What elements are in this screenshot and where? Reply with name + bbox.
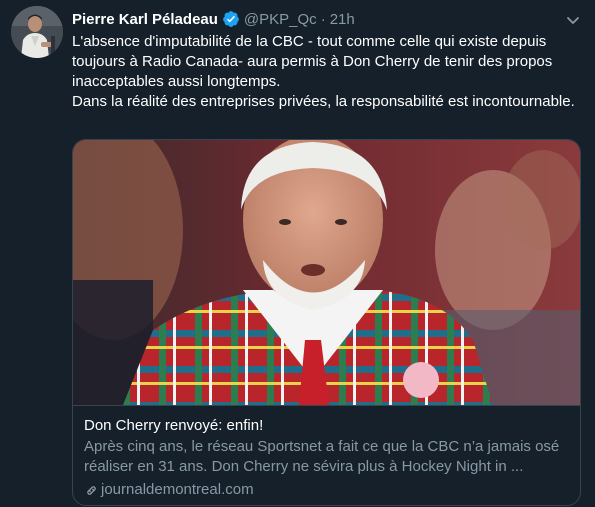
card-image xyxy=(73,140,580,405)
tweet-text-paragraph: L'absence d'imputabilité de la CBC - tou… xyxy=(72,33,553,90)
card-info: Don Cherry renvoyé: enfin! Après cinq an… xyxy=(73,405,580,505)
tweet-text: L'absence d'imputabilité de la CBC - tou… xyxy=(72,32,584,112)
link-icon xyxy=(84,483,99,498)
tweet-header: Pierre Karl Péladeau @PKP_Qc · 21h xyxy=(72,8,355,30)
card-description: Après cinq ans, le réseau Sportsnet a fa… xyxy=(84,438,560,475)
chevron-down-icon[interactable] xyxy=(565,12,581,28)
avatar[interactable] xyxy=(11,6,63,58)
card-domain: journaldemontreal.com xyxy=(84,480,569,500)
verified-badge-icon xyxy=(222,10,240,28)
card-domain-label: journaldemontreal.com xyxy=(101,481,254,498)
card-title: Don Cherry renvoyé: enfin! xyxy=(84,417,264,434)
header-separator: · xyxy=(320,10,326,28)
tweet-text-paragraph: Dans la réalité des entreprises privées,… xyxy=(72,93,575,110)
author-name[interactable]: Pierre Karl Péladeau xyxy=(72,11,218,28)
author-handle[interactable]: @PKP_Qc xyxy=(244,11,317,28)
link-card[interactable]: Don Cherry renvoyé: enfin! Après cinq an… xyxy=(72,139,581,506)
tweet[interactable]: Pierre Karl Péladeau @PKP_Qc · 21h L'abs… xyxy=(0,0,595,507)
tweet-timestamp[interactable]: 21h xyxy=(330,11,355,28)
